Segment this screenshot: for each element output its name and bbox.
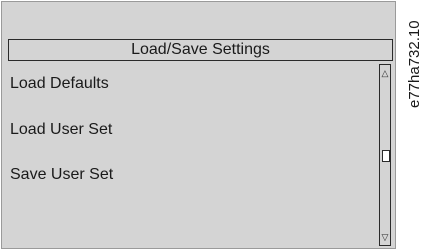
scroll-thumb[interactable] [382,150,390,162]
figure-code-text: e77ha732.10 [406,20,423,108]
display-screen: Load/Save Settings Load Defaults Load Us… [1,1,396,249]
figure-code: e77ha732.10 [402,0,436,108]
scroll-down-arrow-icon[interactable]: ▽ [380,232,390,242]
screen-title: Load/Save Settings [8,39,393,61]
scrollbar[interactable]: △ ▽ [379,64,391,246]
scroll-up-arrow-icon[interactable]: △ [380,68,390,78]
menu-item-save-user-set[interactable]: Save User Set [10,166,113,184]
menu-item-load-user-set[interactable]: Load User Set [10,121,112,139]
menu-item-load-defaults[interactable]: Load Defaults [10,75,109,93]
